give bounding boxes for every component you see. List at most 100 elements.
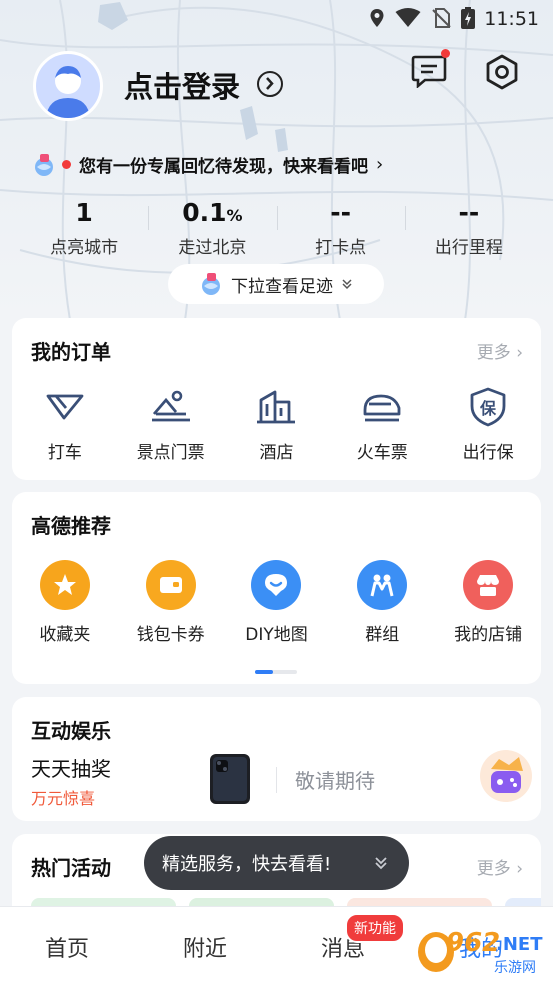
double-chevron-down-icon xyxy=(375,857,387,870)
stat-label: 打卡点 xyxy=(315,238,367,258)
train-icon xyxy=(363,394,401,422)
order-hotel[interactable]: 酒店 xyxy=(224,386,330,463)
orders-more-link[interactable]: 更多 › xyxy=(477,338,523,363)
recommend-label: DIY地图 xyxy=(245,625,308,645)
recommend-wallet[interactable]: 钱包卡券 xyxy=(118,560,224,645)
orders-title: 我的订单 xyxy=(31,340,111,364)
memory-banner[interactable]: 您有一份专属回忆待发现，快来看看吧 › xyxy=(32,152,383,177)
recommend-shop[interactable]: 我的店铺 xyxy=(435,560,541,645)
hotel-icon xyxy=(257,390,296,424)
stat-value: -- xyxy=(458,198,480,227)
taxi-icon xyxy=(46,394,84,420)
watermark-sub: 乐游网 xyxy=(494,960,536,976)
stat-mileage[interactable]: -- 出行里程 xyxy=(404,196,533,258)
login-link[interactable]: 点击登录 xyxy=(124,64,240,106)
shop-icon xyxy=(463,560,514,610)
scenic-ticket-icon xyxy=(151,390,190,422)
order-label: 景点门票 xyxy=(136,443,205,463)
double-chevron-down-icon xyxy=(342,279,352,290)
stat-value: 0.1 xyxy=(182,198,227,227)
entertainment-card: 互动娱乐 天天抽奖 万元惊喜 敬请期待 xyxy=(12,697,541,821)
orders-card: 我的订单 更多 › 打车 景点门票 酒店 火车票 保 出行保 xyxy=(12,318,541,480)
activities-more-link[interactable]: 更多 › xyxy=(477,854,523,879)
toast-banner[interactable]: 精选服务，快去看看! xyxy=(144,836,409,890)
default-avatar-icon xyxy=(46,66,90,118)
recommend-label: 收藏夹 xyxy=(39,625,91,645)
svg-text:保: 保 xyxy=(479,399,497,418)
avatar[interactable] xyxy=(33,51,103,121)
stat-checkins[interactable]: -- 打卡点 xyxy=(276,196,405,258)
order-taxi[interactable]: 打车 xyxy=(12,386,118,463)
stat-value: -- xyxy=(330,198,351,227)
memory-dot xyxy=(62,160,71,169)
order-label: 酒店 xyxy=(259,443,294,463)
diy-map-icon xyxy=(251,560,302,610)
chevron-right-icon: › xyxy=(376,154,384,175)
wifi-icon xyxy=(395,8,421,27)
toast-text: 精选服务，快去看看! xyxy=(162,854,332,875)
order-scenic-ticket[interactable]: 景点门票 xyxy=(118,386,224,463)
entertainment-title: 互动娱乐 xyxy=(31,719,111,743)
chevron-right-icon: › xyxy=(516,343,523,363)
tab-home[interactable]: 首页 xyxy=(45,931,89,963)
order-train[interactable]: 火车票 xyxy=(329,386,435,463)
recommend-card: 高德推荐 收藏夹 钱包卡券 DIY地图 群组 我的店铺 xyxy=(12,492,541,684)
pull-footprint-button[interactable]: 下拉查看足迹 xyxy=(168,264,384,304)
lottery-entry[interactable]: 天天抽奖 万元惊喜 xyxy=(12,749,262,811)
message-icon[interactable] xyxy=(411,54,447,88)
memory-text: 您有一份专属回忆待发现，快来看看吧 xyxy=(79,157,368,177)
wallet-icon xyxy=(145,560,196,610)
battery-charging-icon xyxy=(461,7,475,29)
watermark-net: .NET xyxy=(496,934,543,955)
location-icon xyxy=(370,9,384,27)
recommend-diy-map[interactable]: DIY地图 xyxy=(224,560,330,645)
order-label: 打车 xyxy=(47,443,82,463)
coming-soon-label: 敬请期待 xyxy=(295,769,375,793)
message-unread-dot xyxy=(441,49,450,58)
group-icon xyxy=(357,560,408,610)
recommend-label: 我的店铺 xyxy=(454,625,523,645)
recommend-label: 群组 xyxy=(365,625,400,645)
stat-label: 走过北京 xyxy=(178,238,247,258)
lottery-title: 天天抽奖 xyxy=(31,757,111,781)
stat-beijing[interactable]: 0.1% 走过北京 xyxy=(148,196,276,258)
status-bar: 11:51 xyxy=(0,0,553,38)
stats-row: 1 点亮城市 0.1% 走过北京 -- 打卡点 -- 出行里程 xyxy=(20,196,533,258)
order-label: 火车票 xyxy=(356,443,408,463)
coming-soon-entry[interactable]: 敬请期待 xyxy=(277,749,541,811)
activities-title: 热门活动 xyxy=(31,856,111,880)
footprint-globe-icon xyxy=(202,273,220,295)
order-label: 出行保 xyxy=(462,443,514,463)
orders-more-label: 更多 xyxy=(476,343,511,363)
watermark-main: 962 xyxy=(446,928,501,958)
insurance-shield-icon: 保 xyxy=(470,387,506,427)
tab-nearby[interactable]: 附近 xyxy=(183,931,227,963)
login-arrow-icon[interactable] xyxy=(257,71,283,97)
order-insurance[interactable]: 保 出行保 xyxy=(435,386,541,463)
stat-unit: % xyxy=(226,206,243,225)
game-controller-icon xyxy=(480,750,532,802)
recommend-title: 高德推荐 xyxy=(31,514,111,538)
recommend-label: 钱包卡券 xyxy=(136,625,205,645)
stat-label: 点亮城市 xyxy=(50,238,119,258)
pull-hint-label: 下拉查看足迹 xyxy=(231,276,333,297)
stat-cities[interactable]: 1 点亮城市 xyxy=(20,196,148,258)
activities-more-label: 更多 xyxy=(476,859,511,879)
stat-label: 出行里程 xyxy=(434,238,503,258)
site-watermark: 962 .NET 乐游网 xyxy=(414,926,549,978)
star-icon xyxy=(39,560,90,610)
chevron-right-icon: › xyxy=(516,859,523,879)
lottery-subtitle: 万元惊喜 xyxy=(31,789,96,808)
page-indicator-active xyxy=(255,670,273,674)
stat-value: 1 xyxy=(75,198,93,227)
phone-prize-icon xyxy=(210,754,250,804)
page-indicator xyxy=(255,670,297,674)
new-feature-badge: 新功能 xyxy=(345,913,405,943)
no-sim-icon xyxy=(432,8,451,28)
recommend-group[interactable]: 群组 xyxy=(329,560,435,645)
status-icons xyxy=(369,7,475,29)
settings-icon[interactable] xyxy=(484,54,520,90)
memory-globe-icon xyxy=(35,153,53,176)
recommend-favorites[interactable]: 收藏夹 xyxy=(12,560,118,645)
status-time: 11:51 xyxy=(484,8,539,30)
